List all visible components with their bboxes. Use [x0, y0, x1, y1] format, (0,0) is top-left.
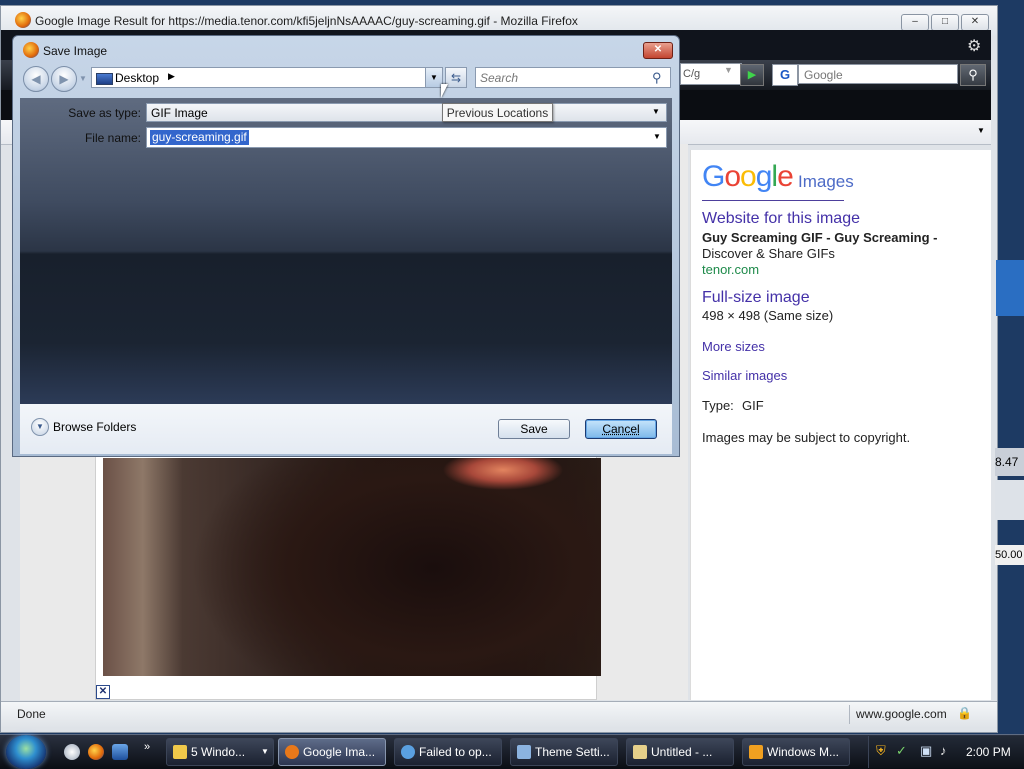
result-title-line2: Discover & Share GIFs: [702, 246, 835, 261]
gear-icon[interactable]: ⚙: [967, 36, 981, 56]
dialog-search-input[interactable]: Search ⚲: [475, 67, 671, 88]
firefox-icon: [285, 745, 299, 759]
fullsize-link[interactable]: Full-size image: [702, 289, 810, 307]
background-window-fragment: [995, 480, 1024, 520]
taskbar-item-label: Theme Setti...: [535, 745, 610, 759]
copyright-note: Images may be subject to copyright.: [702, 430, 911, 445]
desktop-icon: [96, 73, 113, 85]
update-icon[interactable]: ✓: [896, 743, 907, 759]
website-link[interactable]: Website for this image: [702, 210, 860, 228]
save-as-type-select[interactable]: GIF Image ▼: [146, 103, 667, 122]
google-images-label: Images: [798, 172, 854, 191]
save-as-type-value: GIF Image: [151, 106, 208, 120]
broken-image-icon: ✕: [96, 685, 110, 699]
taskbar-item-label: Failed to op...: [419, 745, 492, 759]
network-icon[interactable]: ▣: [920, 743, 932, 759]
chevron-down-icon[interactable]: ▼: [652, 107, 660, 116]
previous-locations-dropdown[interactable]: ▼: [425, 68, 442, 87]
more-sizes-link[interactable]: More sizes: [702, 339, 765, 354]
dialog-title: Save Image: [43, 44, 108, 58]
cancel-button[interactable]: Cancel: [585, 419, 657, 439]
paint-icon: [633, 745, 647, 759]
result-title: Guy Screaming GIF - Guy Screaming -: [702, 230, 938, 245]
save-image-dialog: Save Image ✕ ◀ ▶ ▼ Desktop ▶ ▼ ⇆ Search …: [12, 35, 680, 457]
fullsize-dimensions: 498 × 498 (Same size): [702, 308, 834, 323]
save-as-type-label: Save as type:: [68, 106, 141, 120]
file-name-input[interactable]: guy-screaming.gif ▼: [146, 127, 667, 148]
expand-icon[interactable]: ▼: [31, 418, 49, 436]
firefox-icon: [15, 12, 31, 28]
quick-launch-chevron-icon[interactable]: »: [144, 741, 150, 753]
search-icon: ⚲: [652, 70, 662, 85]
location-bar[interactable]: Desktop ▶: [91, 67, 443, 88]
status-bar: Done www.google.com 🔒: [1, 701, 997, 728]
location-text: Desktop: [115, 71, 160, 85]
theme-icon: [517, 745, 531, 759]
background-value-fragment: 50.00: [995, 545, 1024, 565]
google-engine-icon[interactable]: G: [772, 64, 798, 86]
firefox-icon: [23, 42, 39, 58]
taskbar-item-label: Windows M...: [767, 745, 840, 759]
close-button[interactable]: ✕: [961, 14, 989, 31]
type-value: GIF: [742, 398, 764, 413]
back-button[interactable]: ◀: [23, 66, 49, 92]
taskbar-item-paint[interactable]: Untitled - ...: [626, 738, 734, 766]
taskbar-item-label: 5 Windo...: [191, 745, 246, 759]
file-name-label: File name:: [84, 131, 141, 145]
lock-icon: 🔒: [957, 706, 972, 720]
taskbar-item-media-player[interactable]: Windows M...: [742, 738, 850, 766]
google-logo: Google: [702, 160, 794, 193]
chevron-down-icon: ▼: [261, 747, 269, 756]
volume-icon[interactable]: ♪: [940, 743, 947, 758]
clock[interactable]: 2:00 PM: [966, 745, 1011, 759]
mouse-cursor: [441, 84, 448, 98]
taskbar-item-label: Untitled - ...: [651, 745, 713, 759]
folder-icon: [173, 745, 187, 759]
taskbar-item-firefox[interactable]: Google Ima...: [278, 738, 386, 766]
taskbar-item-label: Google Ima...: [303, 745, 376, 759]
status-text: Done: [17, 707, 46, 721]
browse-folders-toggle[interactable]: Browse Folders: [53, 420, 136, 434]
result-domain: tenor.com: [702, 262, 760, 277]
window-title: Google Image Result for https://media.te…: [35, 14, 578, 28]
taskbar-item-theme[interactable]: Theme Setti...: [510, 738, 618, 766]
go-button[interactable]: ▶: [740, 64, 764, 86]
quick-launch-desktop-icon[interactable]: [112, 744, 128, 760]
search-placeholder: Search: [480, 71, 519, 85]
previous-locations-tooltip: Previous Locations: [442, 103, 553, 122]
file-name-value: guy-screaming.gif: [150, 130, 249, 145]
refresh-button[interactable]: ⇆: [445, 67, 467, 88]
forward-button[interactable]: ▶: [51, 66, 77, 92]
security-shield-icon[interactable]: ⛨: [876, 743, 886, 759]
similar-images-link[interactable]: Similar images: [702, 368, 787, 383]
background-window-fragment: [996, 260, 1024, 316]
maximize-button[interactable]: □: [931, 14, 959, 31]
globe-icon: [401, 745, 415, 759]
screaming-guy-image[interactable]: [103, 458, 601, 676]
search-bar[interactable]: Google: [798, 64, 958, 84]
save-button[interactable]: Save: [498, 419, 570, 439]
dialog-close-button[interactable]: ✕: [643, 42, 673, 59]
media-player-icon: [749, 745, 763, 759]
taskbar-item-explorer[interactable]: 5 Windo... ▼: [166, 738, 274, 766]
recent-pages-chevron-icon[interactable]: ▼: [79, 74, 87, 83]
url-dropdown-icon[interactable]: ▼: [724, 65, 733, 75]
start-button[interactable]: [6, 735, 46, 769]
quick-launch-firefox-icon[interactable]: [88, 744, 104, 760]
chevron-down-icon[interactable]: ▼: [653, 132, 661, 141]
cancel-button-label: Cancel: [602, 422, 640, 436]
type-label: Type:: [702, 398, 734, 413]
divider: [702, 200, 844, 201]
bookmarks-chevron-icon[interactable]: ▼: [977, 126, 985, 135]
breadcrumb-arrow-icon[interactable]: ▶: [168, 71, 175, 82]
search-icon[interactable]: ⚲: [960, 64, 986, 86]
minimize-button[interactable]: –: [901, 14, 929, 31]
background-time-fragment: 8.47: [995, 448, 1024, 476]
taskbar-item-failed[interactable]: Failed to op...: [394, 738, 502, 766]
quick-launch-ie-icon[interactable]: [64, 744, 80, 760]
